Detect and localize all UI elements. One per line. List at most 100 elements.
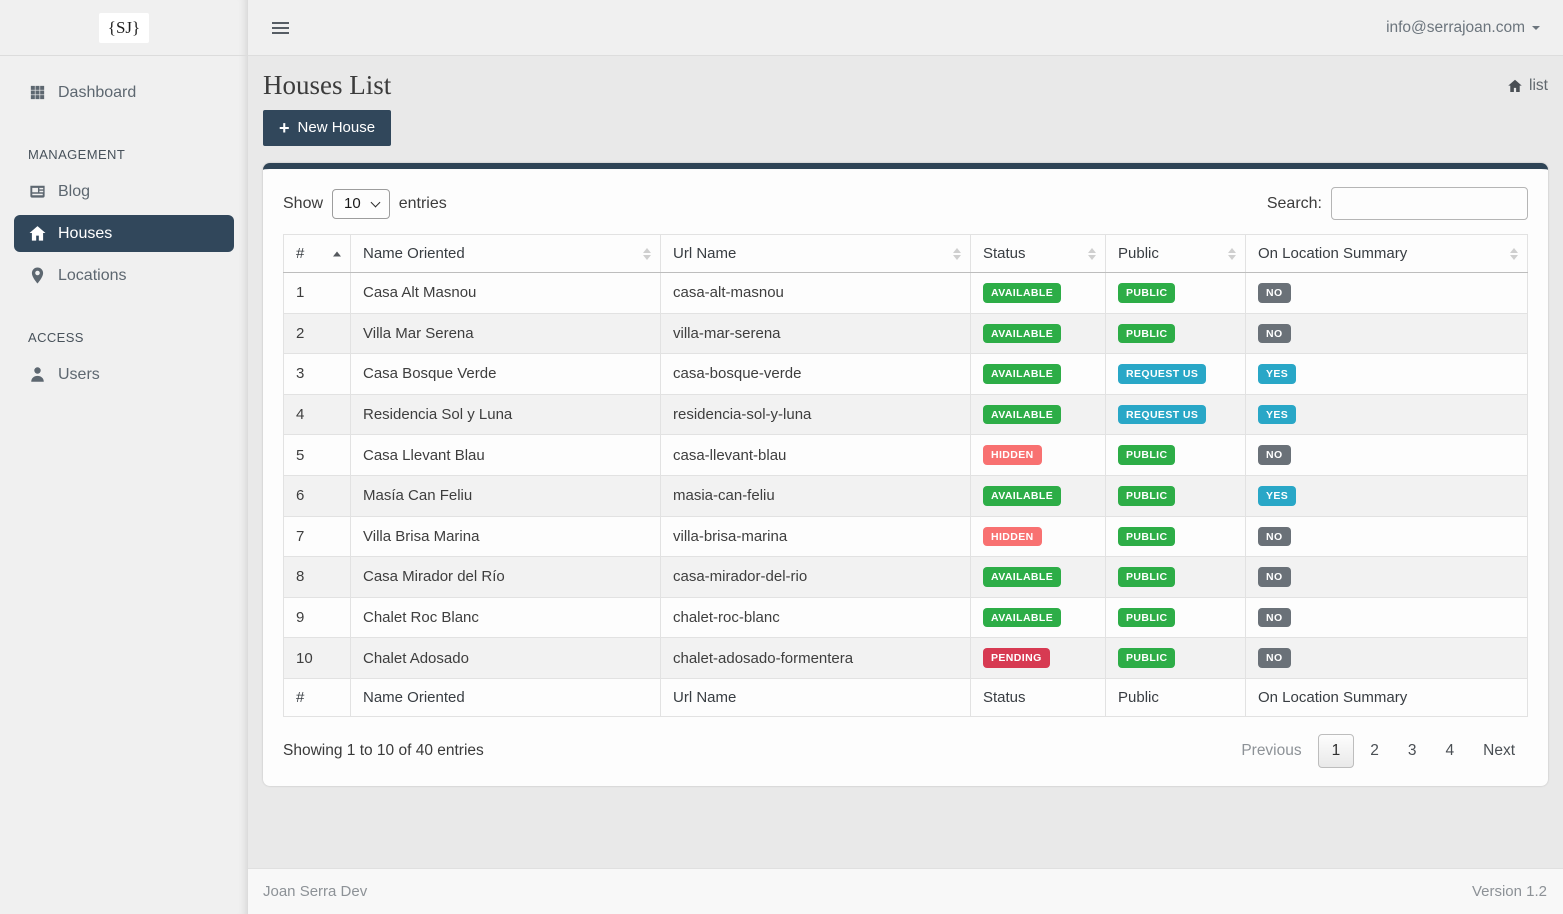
- sidebar-item-label: Blog: [58, 183, 90, 201]
- cell-url: casa-bosque-verde: [661, 354, 971, 395]
- public-badge: PUBLIC: [1118, 527, 1175, 547]
- brand[interactable]: {SJ}: [0, 0, 248, 56]
- column-header-summary[interactable]: On Location Summary: [1246, 235, 1528, 273]
- cell-status: AVAILABLE: [971, 597, 1106, 638]
- map-marker-icon: [28, 266, 47, 285]
- table-row: 4 Residencia Sol y Luna residencia-sol-y…: [284, 394, 1528, 435]
- cell-summary: NO: [1246, 313, 1528, 354]
- sort-icon: [1088, 248, 1096, 260]
- sidebar-nav: Dashboard MANAGEMENT Blog Houses Locatio…: [0, 56, 248, 395]
- footer-version: Version 1.2: [1472, 883, 1547, 900]
- breadcrumb[interactable]: list: [1507, 77, 1548, 95]
- table-row: 1 Casa Alt Masnou casa-alt-masnou AVAILA…: [284, 273, 1528, 314]
- public-badge: PUBLIC: [1118, 486, 1175, 506]
- sidebar-item-houses[interactable]: Houses: [14, 215, 234, 252]
- table-row: 9 Chalet Roc Blanc chalet-roc-blanc AVAI…: [284, 597, 1528, 638]
- cell-summary: NO: [1246, 597, 1528, 638]
- sort-icon: [643, 248, 651, 260]
- grid-icon: [28, 83, 47, 102]
- chevron-down-icon: [1532, 26, 1540, 30]
- public-badge: PUBLIC: [1118, 567, 1175, 587]
- summary-badge: NO: [1258, 648, 1291, 668]
- entries-label: entries: [399, 195, 447, 213]
- cell-summary: NO: [1246, 435, 1528, 476]
- column-header-num[interactable]: #: [284, 235, 351, 273]
- sidebar-item-blog[interactable]: Blog: [0, 171, 248, 212]
- cell-name: Residencia Sol y Luna: [351, 394, 661, 435]
- footer-header-num: #: [284, 678, 351, 716]
- cell-num: 10: [284, 638, 351, 679]
- new-house-label: New House: [298, 119, 376, 136]
- topbar: info@serrajoan.com: [248, 0, 1563, 56]
- cell-public: PUBLIC: [1106, 516, 1246, 557]
- table-row: 2 Villa Mar Serena villa-mar-serena AVAI…: [284, 313, 1528, 354]
- status-badge: PENDING: [983, 648, 1050, 668]
- cell-status: AVAILABLE: [971, 394, 1106, 435]
- cell-num: 2: [284, 313, 351, 354]
- sidebar-item-dashboard[interactable]: Dashboard: [0, 72, 248, 113]
- cell-summary: NO: [1246, 557, 1528, 598]
- summary-badge: YES: [1258, 405, 1296, 425]
- footer-header-public: Public: [1106, 678, 1246, 716]
- breadcrumb-label: list: [1529, 77, 1548, 95]
- cell-status: PENDING: [971, 638, 1106, 679]
- public-badge: PUBLIC: [1118, 608, 1175, 628]
- table-header-row: # Name Oriented Url Name Status: [284, 235, 1528, 273]
- brand-logo: {SJ}: [99, 13, 149, 43]
- user-menu[interactable]: info@serrajoan.com: [1386, 19, 1540, 37]
- cell-public: PUBLIC: [1106, 597, 1246, 638]
- user-icon: [28, 365, 47, 384]
- sidebar-item-users[interactable]: Users: [0, 354, 248, 395]
- status-badge: AVAILABLE: [983, 608, 1061, 628]
- page-length-select[interactable]: 10: [332, 189, 390, 219]
- menu-toggle-icon[interactable]: [270, 18, 291, 38]
- cell-summary: YES: [1246, 354, 1528, 395]
- cell-summary: NO: [1246, 273, 1528, 314]
- sidebar-heading-access: ACCESS: [0, 296, 248, 354]
- cell-status: HIDDEN: [971, 516, 1106, 557]
- pagination-page-2[interactable]: 2: [1357, 735, 1392, 767]
- page-length-control: Show 10 entries: [283, 189, 447, 219]
- sort-icon: [1510, 248, 1518, 260]
- sidebar-item-label: Users: [58, 366, 100, 384]
- table-row: 6 Masía Can Feliu masia-can-feliu AVAILA…: [284, 475, 1528, 516]
- pagination-page-1[interactable]: 1: [1318, 734, 1355, 768]
- cell-public: REQUEST US: [1106, 354, 1246, 395]
- houses-table: # Name Oriented Url Name Status: [283, 234, 1528, 717]
- column-header-status[interactable]: Status: [971, 235, 1106, 273]
- cell-url: masia-can-feliu: [661, 475, 971, 516]
- sidebar-item-label: Houses: [58, 225, 112, 243]
- sidebar-item-locations[interactable]: Locations: [0, 255, 248, 296]
- table-row: 3 Casa Bosque Verde casa-bosque-verde AV…: [284, 354, 1528, 395]
- cell-summary: YES: [1246, 394, 1528, 435]
- page-title: Houses List: [263, 70, 391, 101]
- pagination-next[interactable]: Next: [1470, 735, 1528, 767]
- sidebar-item-label: Dashboard: [58, 84, 136, 102]
- plus-icon: +: [279, 121, 290, 135]
- pagination-previous[interactable]: Previous: [1228, 735, 1314, 767]
- cell-status: AVAILABLE: [971, 313, 1106, 354]
- column-header-name[interactable]: Name Oriented: [351, 235, 661, 273]
- column-header-url[interactable]: Url Name: [661, 235, 971, 273]
- status-badge: AVAILABLE: [983, 405, 1061, 425]
- cell-url: villa-brisa-marina: [661, 516, 971, 557]
- summary-badge: NO: [1258, 324, 1291, 344]
- search-input[interactable]: [1331, 187, 1528, 220]
- summary-badge: NO: [1258, 283, 1291, 303]
- footer-header-name: Name Oriented: [351, 678, 661, 716]
- pagination: Previous 1 2 3 4 Next: [1228, 734, 1528, 768]
- cell-public: PUBLIC: [1106, 638, 1246, 679]
- new-house-button[interactable]: + New House: [263, 110, 391, 146]
- column-header-public[interactable]: Public: [1106, 235, 1246, 273]
- pagination-page-4[interactable]: 4: [1433, 735, 1468, 767]
- cell-num: 1: [284, 273, 351, 314]
- status-badge: AVAILABLE: [983, 324, 1061, 344]
- table-row: 7 Villa Brisa Marina villa-brisa-marina …: [284, 516, 1528, 557]
- cell-public: PUBLIC: [1106, 557, 1246, 598]
- table-foot: Showing 1 to 10 of 40 entries Previous 1…: [283, 717, 1528, 768]
- cell-status: AVAILABLE: [971, 273, 1106, 314]
- cell-num: 3: [284, 354, 351, 395]
- cell-url: residencia-sol-y-luna: [661, 394, 971, 435]
- public-badge: PUBLIC: [1118, 283, 1175, 303]
- pagination-page-3[interactable]: 3: [1395, 735, 1430, 767]
